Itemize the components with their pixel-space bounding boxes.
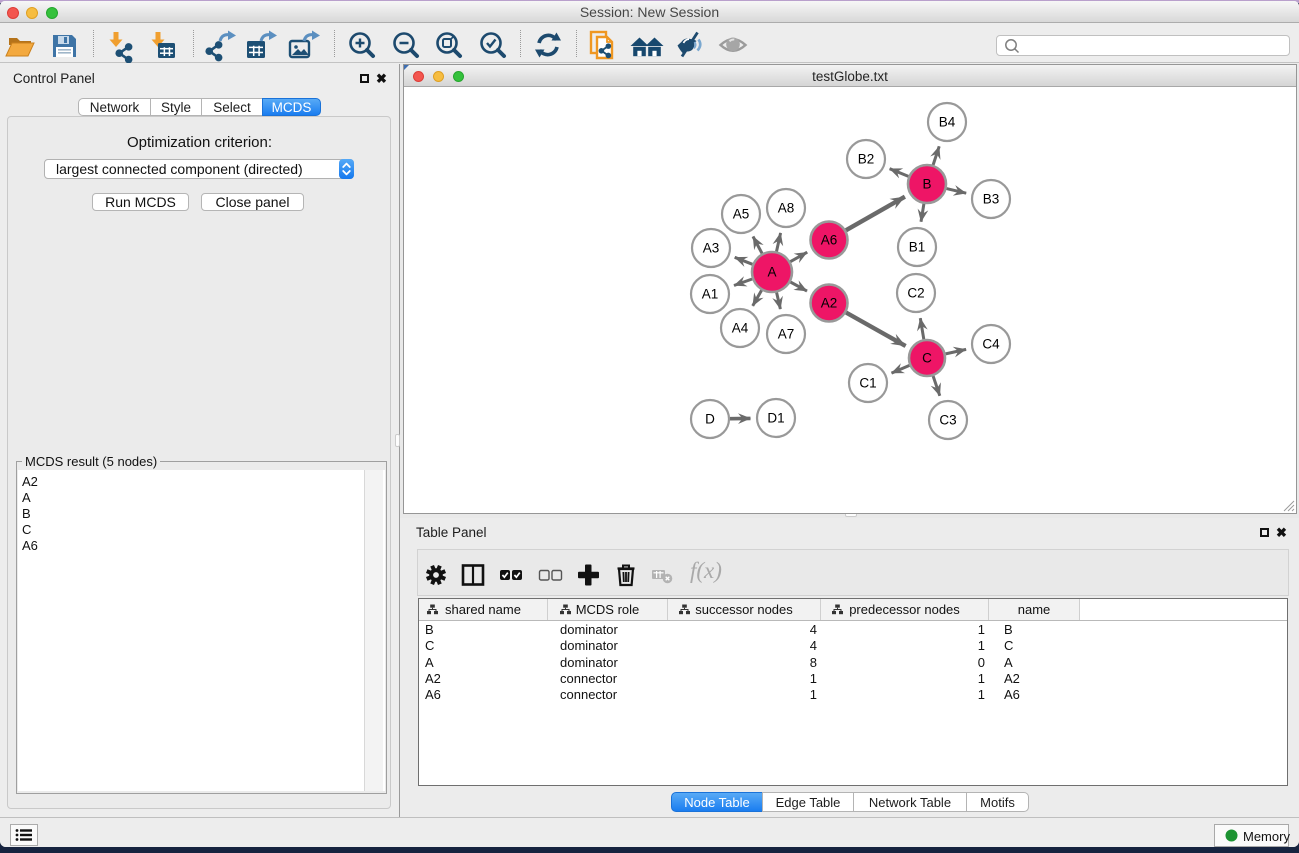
svg-text:B4: B4 [939,115,956,130]
svg-text:C: C [922,351,932,366]
svg-text:A1: A1 [702,287,719,302]
svg-text:A5: A5 [733,207,750,222]
svg-text:B3: B3 [983,192,1000,207]
svg-text:A2: A2 [821,296,838,311]
svg-text:D1: D1 [767,411,784,426]
svg-text:A4: A4 [732,321,749,336]
svg-text:C3: C3 [939,413,956,428]
svg-text:A7: A7 [778,327,795,342]
svg-text:A8: A8 [778,201,795,216]
svg-text:C2: C2 [907,286,924,301]
svg-text:C4: C4 [982,337,1000,352]
svg-text:A6: A6 [821,233,838,248]
svg-text:B2: B2 [858,152,875,167]
svg-text:A: A [767,265,776,280]
svg-text:B: B [922,177,931,192]
svg-text:C1: C1 [859,376,876,391]
svg-text:B1: B1 [909,240,926,255]
svg-text:D: D [705,412,715,427]
svg-text:A3: A3 [703,241,720,256]
